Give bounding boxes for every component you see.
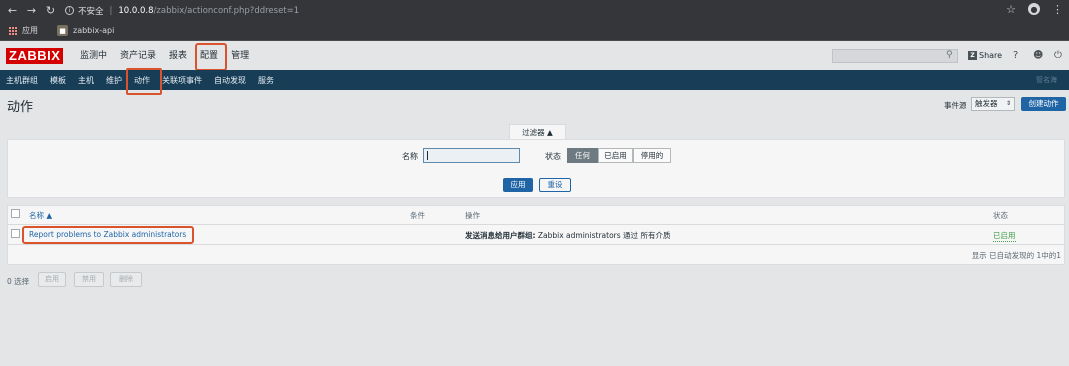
submenu-templates[interactable]: 模板 [50, 75, 66, 86]
header-status: 状态 [993, 211, 1008, 220]
submenu-hosts[interactable]: 主机 [78, 75, 94, 86]
share-button[interactable]: Z Share [968, 51, 1002, 60]
filter-panel [7, 139, 1065, 198]
submenu-services[interactable]: 服务 [258, 75, 274, 86]
global-search-input[interactable] [832, 49, 958, 63]
menu-configuration[interactable]: 配置 [195, 43, 228, 71]
page-title: 动作 [7, 100, 34, 115]
event-source-label: 事件源 [944, 101, 967, 110]
address-bar[interactable]: i 不安全 | 10.0.0.8/zabbix/actionconf.php?d… [65, 3, 299, 18]
event-source-value: 触发器 [975, 99, 998, 108]
bookmark-label: zabbix-api [73, 26, 115, 35]
configuration-submenu: 主机群组 模板 主机 维护 动作 关联项事件 自动发现 服务 管名海 [0, 67, 1069, 95]
row-checkbox[interactable] [11, 229, 20, 238]
filter-name-label: 名称 [402, 152, 418, 161]
reload-icon[interactable]: ↻ [42, 2, 59, 19]
action-operations: 发送消息给用户群组: Zabbix administrators 通过 所有介质 [465, 230, 670, 241]
submenu-actions[interactable]: 动作 [126, 67, 162, 95]
zabbix-logo[interactable]: ZABBIX [6, 48, 64, 64]
action-name-link[interactable]: Report problems to Zabbix administrators [29, 230, 186, 239]
info-icon[interactable]: i [65, 6, 74, 15]
apps-grid-icon [9, 26, 17, 35]
logout-icon[interactable]: ⏻ [1054, 50, 1062, 61]
menu-administration[interactable]: 管理 [231, 49, 249, 63]
create-action-button[interactable]: 创建动作 [1021, 97, 1066, 111]
star-icon[interactable]: ☆ [1006, 3, 1016, 16]
table-footer-info: 显示 已自动发现的 1中的1 [971, 251, 1061, 260]
filter-name-input[interactable] [423, 148, 520, 163]
operations-text: Zabbix administrators 通过 所有介质 [535, 231, 671, 240]
submenu-host-groups[interactable]: 主机群组 [6, 75, 38, 86]
security-label: 不安全 [78, 6, 104, 17]
main-menu: 监测中 资产记录 报表 配置 管理 [80, 43, 262, 71]
selected-count: 0 选择 [7, 277, 30, 286]
action-status-link[interactable]: 已启用 [993, 230, 1016, 242]
status-disabled-option[interactable]: 停用的 [633, 148, 671, 163]
search-icon[interactable]: ⚲ [946, 50, 953, 60]
submenu-discovery[interactable]: 自动发现 [214, 75, 246, 86]
header-conditions: 条件 [410, 211, 425, 220]
bookmark-zabbix-api[interactable]: ■ zabbix-api [47, 25, 114, 36]
profile-icon[interactable]: ● [1028, 3, 1040, 15]
bookmarks-bar: 应用 ■ zabbix-api [0, 21, 1069, 41]
filter-status-label: 状态 [545, 152, 561, 161]
submenu-event-correlation[interactable]: 关联项事件 [162, 75, 202, 86]
user-profile-icon[interactable]: ☻ [1033, 50, 1043, 61]
bookmark-label: 应用 [22, 26, 38, 35]
row-divider [7, 244, 1065, 245]
menu-inventory[interactable]: 资产记录 [120, 49, 156, 63]
header-operations: 操作 [465, 211, 480, 220]
forward-icon[interactable]: → [23, 2, 40, 19]
share-label: Share [979, 51, 1003, 60]
separator: | [109, 5, 113, 16]
url-host: 10.0.0.8 [118, 5, 154, 16]
share-icon: Z [968, 51, 977, 60]
enable-button[interactable]: 启用 [38, 272, 66, 287]
submenu-maintenance[interactable]: 维护 [106, 75, 122, 86]
url-path: /zabbix/actionconf.php?ddreset=1 [153, 5, 300, 16]
menu-reports[interactable]: 报表 [169, 49, 187, 63]
favicon-icon: ■ [57, 25, 68, 36]
kebab-menu-icon[interactable]: ⋮ [1052, 3, 1063, 16]
header-divider [7, 224, 1065, 225]
header-name[interactable]: 名称 ▲ [29, 210, 52, 221]
chevron-updown-icon: ⇕ [1005, 100, 1011, 107]
filter-tab[interactable]: 过滤器 ▲ [509, 124, 566, 140]
apply-button[interactable]: 应用 [503, 178, 533, 192]
select-all-checkbox[interactable] [11, 209, 20, 218]
operations-bold: 发送消息给用户群组: [465, 231, 536, 240]
submenu-right-text: 管名海 [1036, 76, 1057, 84]
status-enabled-option[interactable]: 已启用 [598, 148, 633, 163]
event-source-select[interactable]: 触发器 ⇕ [971, 97, 1015, 111]
bookmark-apps[interactable]: 应用 [9, 25, 38, 36]
back-icon[interactable]: ← [4, 2, 21, 19]
delete-button[interactable]: 删除 [110, 272, 142, 287]
disable-button[interactable]: 禁用 [74, 272, 104, 287]
reset-button[interactable]: 重设 [539, 178, 571, 192]
browser-toolbar: ← → ↻ i 不安全 | 10.0.0.8/zabbix/actionconf… [0, 0, 1069, 21]
help-icon[interactable]: ? [1013, 50, 1018, 61]
menu-monitoring[interactable]: 监测中 [80, 49, 107, 63]
status-any-option[interactable]: 任何 [567, 148, 598, 163]
